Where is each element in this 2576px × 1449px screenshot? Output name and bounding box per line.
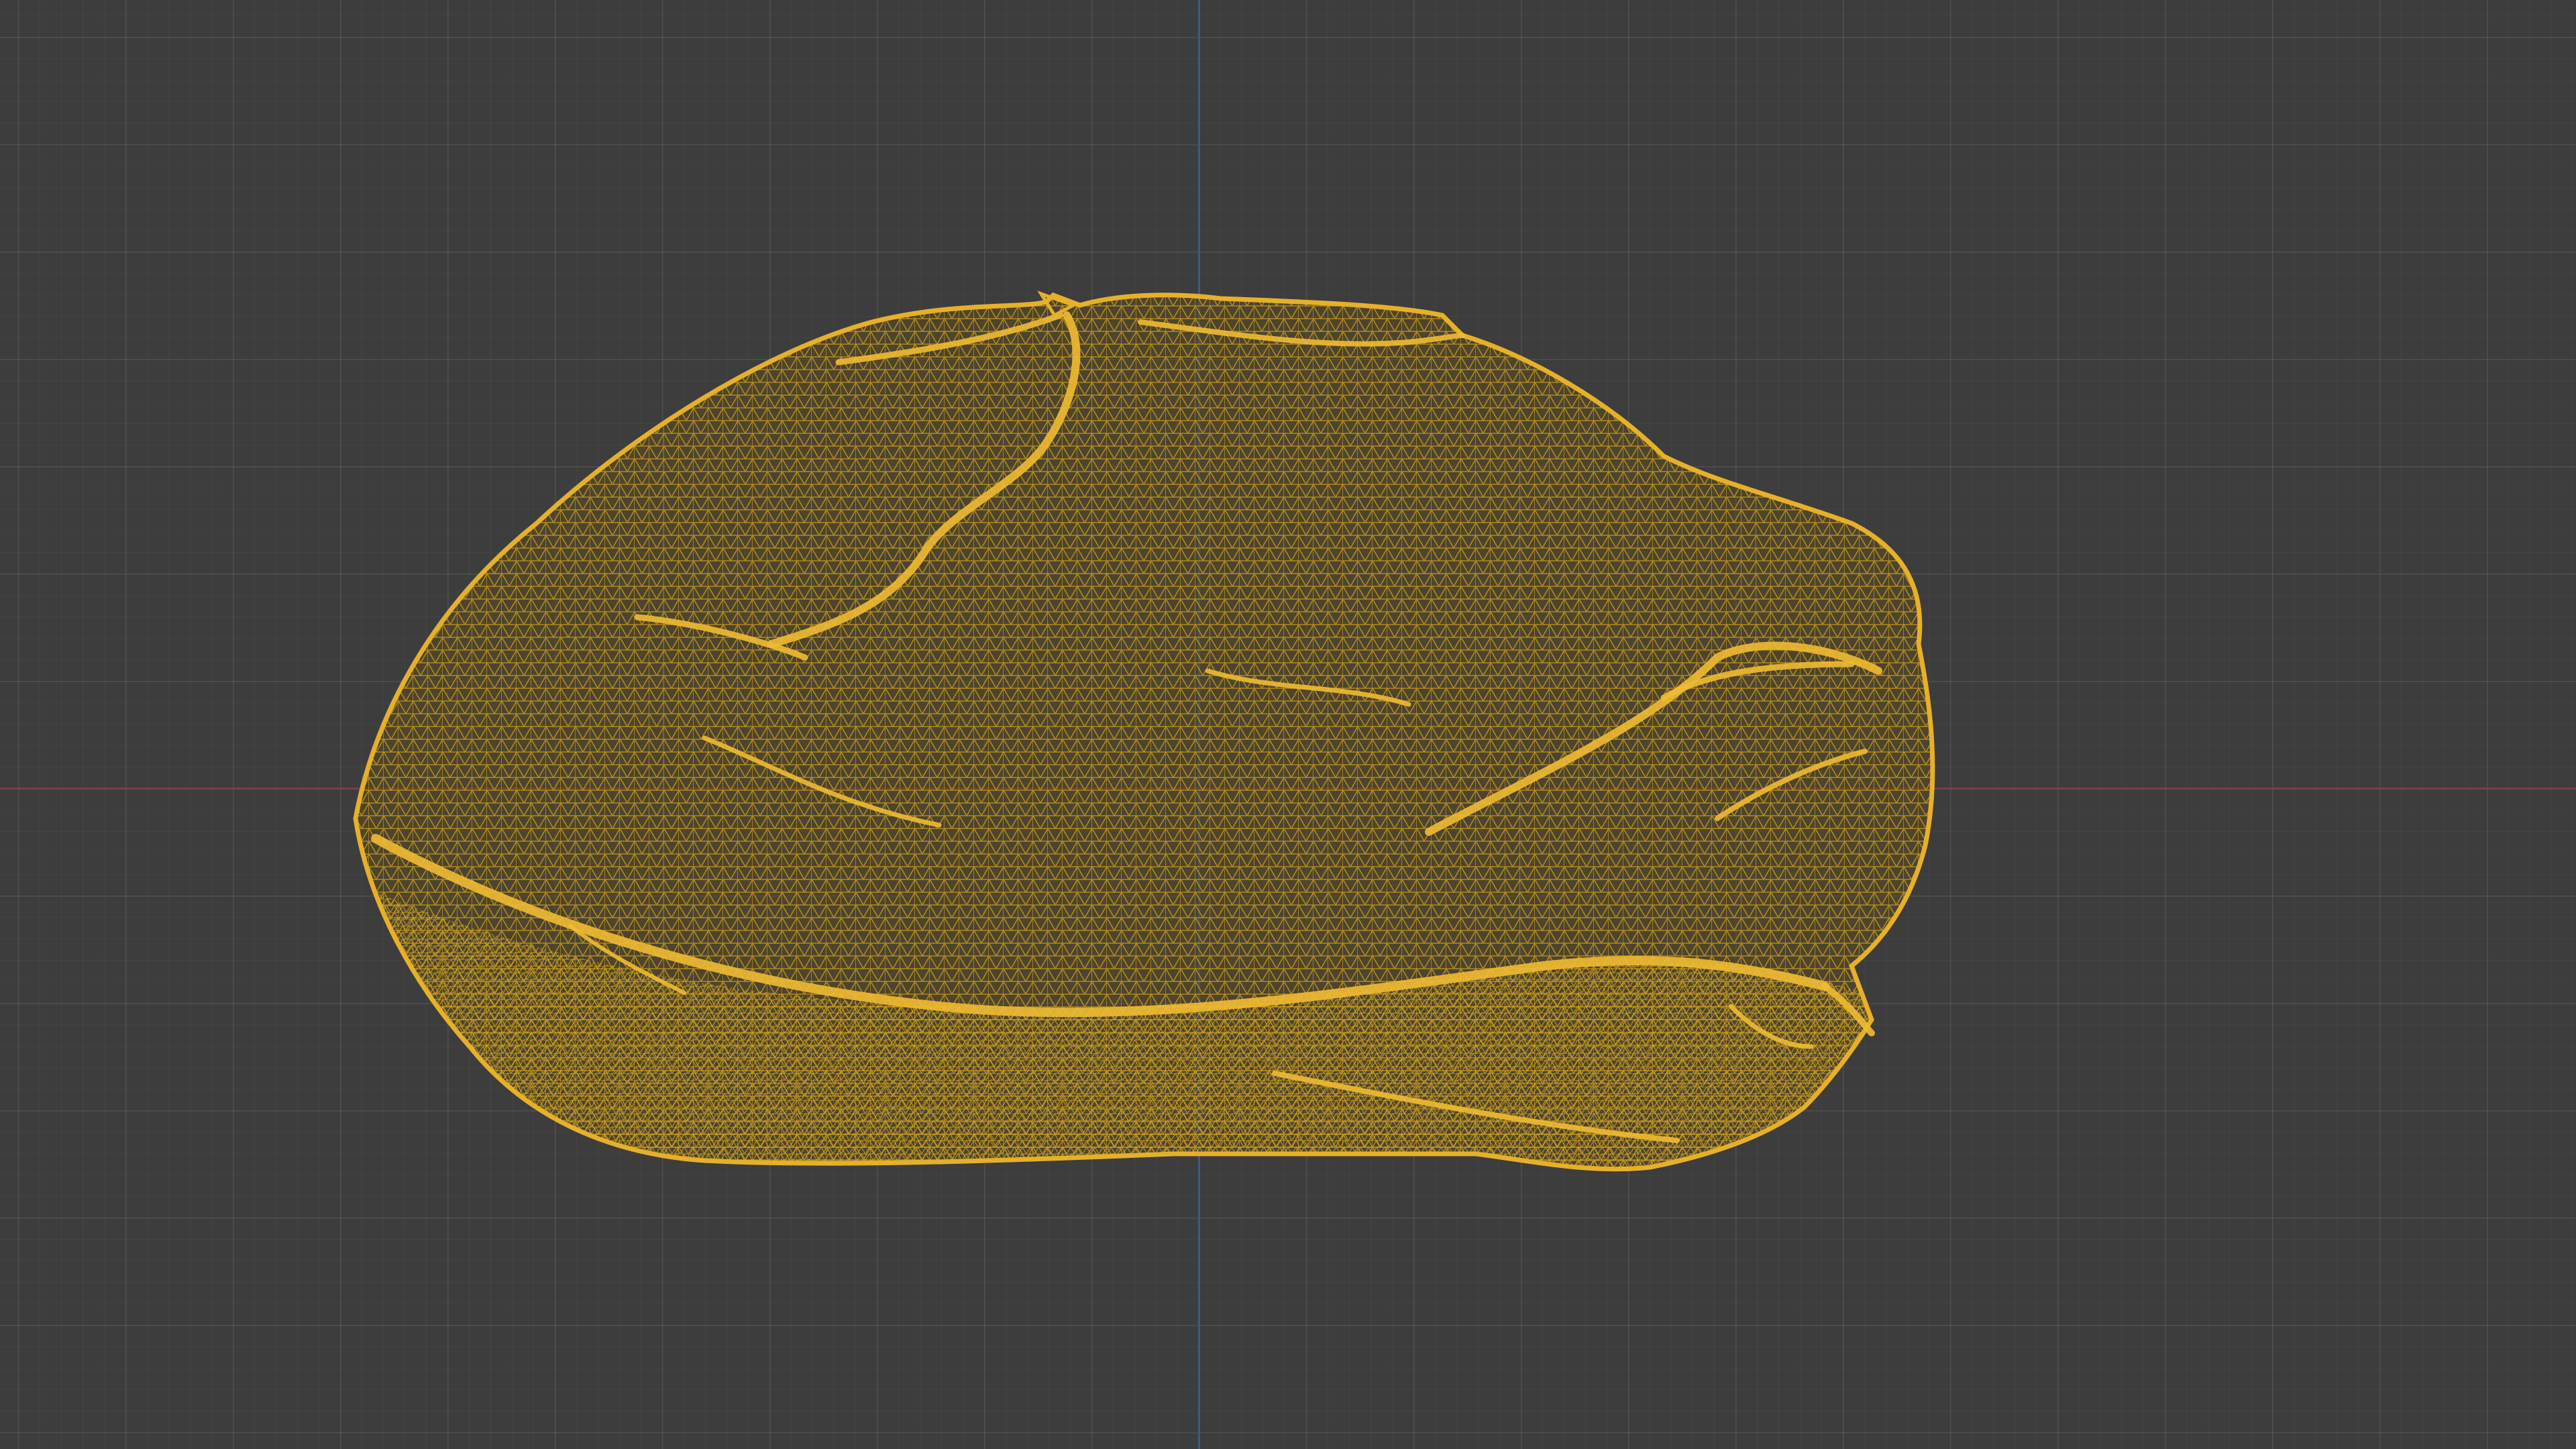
wireframe-mesh-object[interactable] xyxy=(0,0,2576,1449)
3d-viewport[interactable] xyxy=(0,0,2576,1449)
